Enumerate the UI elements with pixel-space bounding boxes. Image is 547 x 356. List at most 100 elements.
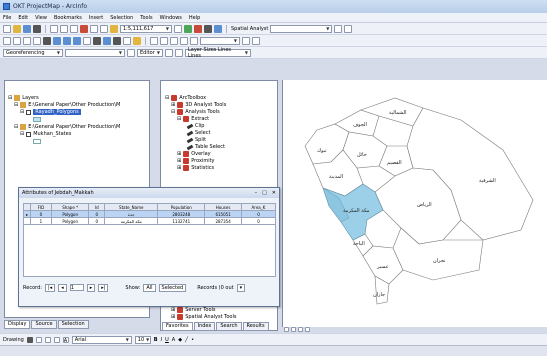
rotate-icon[interactable]: [127, 48, 135, 57]
menu-insert[interactable]: Insert: [89, 15, 103, 21]
underline-icon[interactable]: U: [165, 337, 169, 343]
tool-item[interactable]: Split: [186, 137, 206, 143]
raster-icon[interactable]: [344, 24, 353, 33]
close-icon[interactable]: ✕: [272, 190, 276, 196]
expand-icon[interactable]: ⊞: [171, 102, 175, 108]
table-of-contents-icon[interactable]: [184, 24, 192, 33]
pause-draw-icon[interactable]: [305, 327, 310, 332]
undo-icon[interactable]: [90, 24, 98, 33]
select-features-icon[interactable]: [83, 36, 91, 45]
table-cell[interactable]: 0: [88, 217, 106, 225]
column-header[interactable]: State_Name: [104, 203, 159, 211]
toolbox-root[interactable]: ⊟ ArcToolbox: [165, 95, 206, 101]
tool-item[interactable]: Clip: [186, 123, 204, 129]
toolbox-item[interactable]: ⊞ 3D Analyst Tools: [171, 102, 226, 108]
toc-item-2[interactable]: ⊟ E:\General Paper\Other Production\M: [14, 124, 120, 130]
table-cell[interactable]: 0: [30, 210, 52, 218]
table-cell[interactable]: Polygon: [50, 217, 90, 225]
table-cell[interactable]: 0: [240, 217, 277, 225]
toolbox-item[interactable]: ⊟ Analysis Tools: [171, 109, 220, 115]
select-elements-icon[interactable]: [26, 336, 33, 343]
layers-root[interactable]: ⊟ Layers: [8, 95, 39, 101]
spatial-analyst-layer-combo[interactable]: ▼: [270, 24, 333, 33]
find-icon[interactable]: [113, 36, 121, 45]
font-color-icon[interactable]: A: [172, 337, 175, 343]
cut-icon[interactable]: [50, 24, 58, 33]
table-cell[interactable]: جدة: [104, 210, 159, 218]
layer-visibility-checkbox[interactable]: [26, 131, 32, 137]
collapse-icon[interactable]: ⊟: [14, 124, 18, 130]
tab-search[interactable]: Search: [216, 322, 242, 331]
tool-item[interactable]: Select: [186, 130, 210, 136]
georeferencing-menu[interactable]: Georeferencing ▼: [3, 48, 63, 57]
georef-tool-icon[interactable]: [150, 36, 158, 45]
rotate-icon[interactable]: [35, 336, 42, 343]
marker-color-icon[interactable]: •: [191, 337, 194, 343]
table-cell[interactable]: Polygon: [50, 210, 90, 218]
hyperlink-icon[interactable]: [133, 36, 141, 45]
tab-results[interactable]: Results: [242, 322, 269, 331]
table-cell[interactable]: مكة المكرمة: [104, 217, 159, 225]
measure-icon[interactable]: [123, 36, 131, 45]
command-line-icon[interactable]: [204, 24, 212, 33]
expand-icon[interactable]: ⊞: [171, 314, 175, 320]
column-header[interactable]: Shape *: [50, 203, 90, 211]
layer-symbol-swatch[interactable]: [33, 139, 41, 144]
menu-bookmarks[interactable]: Bookmarks: [54, 15, 82, 21]
table-cell[interactable]: 0: [88, 210, 106, 218]
paste-icon[interactable]: [70, 24, 78, 33]
toolbox-item[interactable]: ⊞ Overlay: [177, 151, 211, 157]
menu-file[interactable]: File: [3, 15, 11, 21]
expand-icon[interactable]: ⊞: [177, 151, 181, 157]
zoom-out-icon[interactable]: [13, 36, 21, 45]
record-number-input[interactable]: 1: [69, 284, 84, 291]
table-cell[interactable]: 2803248: [157, 210, 206, 218]
layout-icon[interactable]: [242, 36, 250, 45]
fill-color-icon[interactable]: ◆: [178, 337, 182, 343]
layer-symbol-swatch[interactable]: [33, 117, 41, 122]
tool-item[interactable]: Table Select: [186, 144, 225, 150]
toc-item-1[interactable]: ⊟ E:\General Paper\Other Production\M: [14, 102, 120, 108]
collapse-icon[interactable]: ⊟: [14, 102, 18, 108]
row-selector[interactable]: ▸: [22, 210, 32, 218]
full-extent-icon[interactable]: [53, 36, 61, 45]
forward-extent-icon[interactable]: [73, 36, 81, 45]
editor-menu[interactable]: Editor ▼: [137, 48, 163, 57]
identify-icon[interactable]: [103, 36, 111, 45]
copy-icon[interactable]: [60, 24, 68, 33]
toc-layer-rayadh[interactable]: ⊟ Rayadh_Polygons: [20, 109, 81, 115]
rectangle-icon[interactable]: [53, 336, 60, 343]
font-size-combo[interactable]: 10 ▼: [134, 335, 151, 344]
toolbox-item[interactable]: ⊞ Spatial Analyst Tools: [171, 314, 236, 320]
georef-layer-combo[interactable]: ▼: [65, 48, 125, 57]
toc-layer-mukhan[interactable]: ⊟ Mukhan_States: [20, 131, 71, 137]
drawing-menu[interactable]: Drawing: [3, 337, 24, 343]
column-header[interactable]: Area_K: [240, 203, 277, 211]
refresh-icon[interactable]: [298, 327, 303, 332]
toc-layer-rayadh-label[interactable]: Rayadh_Polygons: [33, 109, 81, 115]
spatial-analyst-label[interactable]: Spatial Analyst: [231, 26, 268, 32]
edit-task-combo[interactable]: Layer Sizes Lines Lines ▼: [185, 47, 251, 59]
column-header[interactable]: Id: [88, 203, 106, 211]
tab-index[interactable]: Index: [193, 322, 216, 331]
menu-selection[interactable]: Selection: [110, 15, 133, 21]
prev-record-button[interactable]: ◂: [58, 283, 67, 292]
layout-icon-2[interactable]: [252, 36, 260, 45]
histogram-icon[interactable]: [334, 24, 343, 33]
georef-tool-icon[interactable]: [170, 36, 178, 45]
next-record-button[interactable]: ▸: [86, 283, 96, 292]
table-cell[interactable]: 1: [30, 217, 52, 225]
tab-favorites[interactable]: Favorites: [162, 322, 193, 331]
new-icon[interactable]: [3, 24, 11, 33]
pan-icon[interactable]: [43, 36, 51, 45]
toolbox-item[interactable]: ⊞ Statistics: [177, 165, 214, 171]
row-selector[interactable]: [22, 217, 32, 225]
table-cell[interactable]: 287354: [204, 217, 242, 225]
open-icon[interactable]: [13, 24, 21, 33]
tab-source[interactable]: Source: [31, 320, 57, 329]
first-record-button[interactable]: |◂: [44, 283, 56, 292]
column-header[interactable]: Population: [157, 203, 206, 211]
map-view[interactable]: تبوك الجوف الشمالية حائل القصيم المدينة …: [282, 80, 547, 327]
select-elements-icon[interactable]: [93, 36, 101, 45]
toolbox-item[interactable]: ⊟ Extract: [177, 116, 209, 122]
